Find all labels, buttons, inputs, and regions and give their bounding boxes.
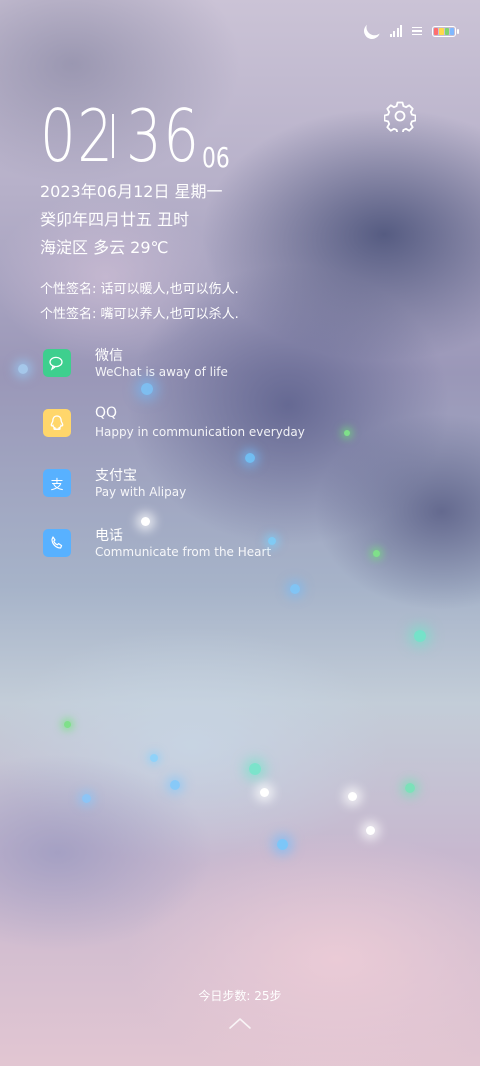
chevron-up-icon[interactable] — [228, 1016, 252, 1030]
app-shortcut-qq[interactable]: QQ Happy in communication everyday — [43, 405, 343, 449]
date-line: 2023年06月12日 星期一 — [40, 182, 223, 201]
battery-seg-1 — [434, 27, 439, 35]
signal-icon — [389, 25, 402, 37]
clock-separator — [112, 114, 114, 158]
glow-particle — [268, 537, 276, 545]
clock-hour: 02 — [40, 94, 115, 178]
glow-particle — [405, 783, 415, 793]
app-desc: Happy in communication everyday — [95, 425, 305, 439]
app-name: 支付宝 — [95, 468, 137, 484]
gear-icon[interactable] — [384, 100, 416, 132]
wifi-icon — [412, 26, 422, 36]
glow-particle — [373, 550, 380, 557]
signature-2: 个性签名: 嘴可以养人,也可以杀人. — [40, 307, 239, 322]
wechat-icon — [43, 349, 71, 377]
battery-seg-2 — [439, 27, 444, 35]
glow-particle — [348, 792, 357, 801]
signature-1: 个性签名: 话可以暖人,也可以伤人. — [40, 282, 239, 297]
glow-particle — [249, 763, 261, 775]
glow-particle — [141, 383, 153, 395]
app-name: 电话 — [95, 528, 123, 544]
app-name: QQ — [95, 405, 118, 421]
glow-particle — [170, 780, 180, 790]
glow-particle — [141, 517, 150, 526]
glow-particle — [260, 788, 269, 797]
clock: 02 36 06 — [40, 94, 230, 178]
app-name: 微信 — [95, 348, 123, 364]
app-desc: Communicate from the Heart — [95, 545, 272, 559]
alipay-glyph: 支 — [50, 477, 64, 493]
glow-particle — [290, 584, 300, 594]
qq-icon — [43, 409, 71, 437]
alipay-icon: 支 — [43, 469, 71, 497]
glow-particle — [344, 430, 350, 436]
phone-icon — [43, 529, 71, 557]
battery-icon — [432, 25, 459, 37]
glow-particle — [82, 794, 91, 803]
app-desc: WeChat is away of life — [95, 365, 228, 379]
moon-icon — [361, 20, 383, 42]
weather-line: 海淀区 多云 29℃ — [40, 238, 169, 257]
app-desc: Pay with Alipay — [95, 485, 187, 499]
glow-particle — [150, 754, 158, 762]
glow-particle — [414, 630, 426, 642]
clock-minute: 36 — [126, 94, 201, 178]
status-bar — [361, 20, 459, 42]
glow-particle — [366, 826, 375, 835]
battery-seg-3 — [444, 27, 449, 35]
glow-particle — [245, 453, 255, 463]
app-shortcut-alipay[interactable]: 支 支付宝 Pay with Alipay — [43, 468, 343, 509]
glow-particle — [18, 364, 28, 374]
app-shortcut-wechat[interactable]: 微信 WeChat is away of life — [43, 348, 343, 389]
battery-seg-4 — [449, 27, 454, 35]
lunar-line: 癸卯年四月廿五 丑时 — [40, 210, 190, 229]
glow-particle — [277, 839, 288, 850]
glow-particle — [64, 721, 71, 728]
clock-second: 06 — [202, 141, 230, 174]
app-shortcut-phone[interactable]: 电话 Communicate from the Heart — [43, 528, 343, 569]
step-counter: 今日步数: 25步 — [198, 989, 282, 1003]
